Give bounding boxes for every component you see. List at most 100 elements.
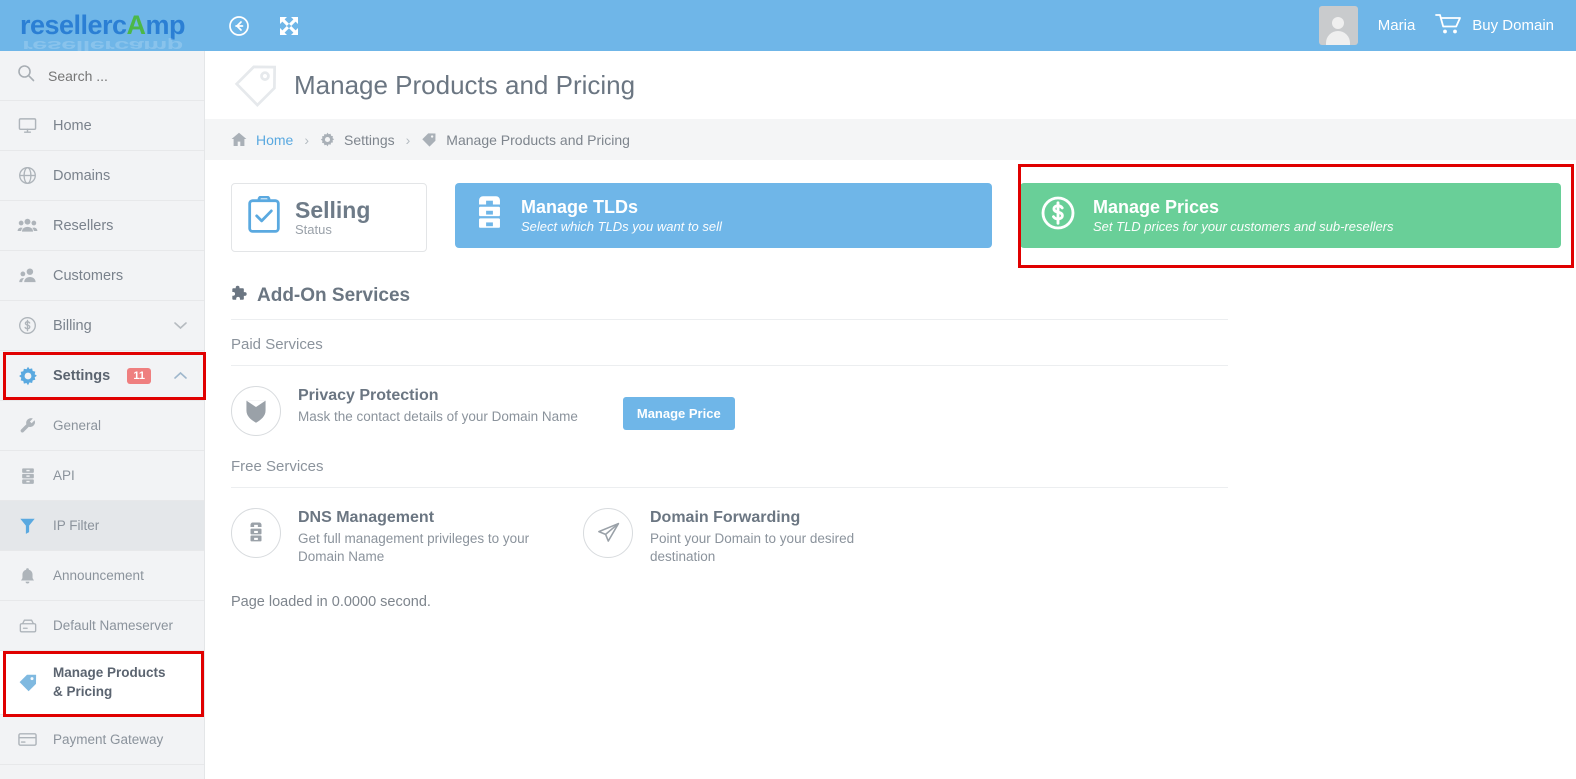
users-group-icon [17, 216, 38, 235]
puzzle-piece-icon [231, 285, 248, 307]
sidebar-item-billing[interactable]: Billing [0, 301, 204, 351]
free-services-row: DNS Management Get full management privi… [231, 506, 1576, 566]
buy-domain-button[interactable]: Buy Domain [1435, 13, 1554, 39]
manage-prices-title: Manage Prices [1093, 197, 1220, 218]
sidebar-item-payment-gateway[interactable]: Payment Gateway [0, 715, 204, 765]
paid-services-label: Paid Services [231, 336, 323, 353]
breadcrumb-separator: › [304, 131, 310, 148]
gear-icon [320, 132, 335, 147]
shield-icon [231, 386, 281, 436]
nameserver-icon [17, 618, 38, 634]
logo-part-accent: A [126, 10, 147, 40]
manage-price-button[interactable]: Manage Price [622, 397, 735, 430]
service-title: Privacy Protection [298, 387, 439, 404]
manage-tlds-subtitle: Select which TLDs you want to sell [521, 218, 722, 234]
service-desc: Get full management privileges to your D… [298, 531, 530, 565]
breadcrumb-current: Manage Products and Pricing [446, 131, 630, 148]
divider [231, 487, 1228, 488]
sidebar-item-home[interactable]: Home [0, 101, 204, 151]
dollar-circle-icon [1040, 195, 1076, 236]
manage-tlds-card[interactable]: Manage TLDs Select which TLDs you want t… [455, 183, 992, 248]
search-input[interactable] [48, 67, 173, 84]
sidebar-item-label: General [53, 418, 102, 433]
selling-subtitle: Status [295, 222, 332, 238]
breadcrumb-home[interactable]: Home [256, 132, 293, 148]
service-desc: Point your Domain to your desired destin… [650, 531, 855, 565]
service-text: DNS Management Get full management privi… [298, 506, 538, 566]
globe-icon [17, 166, 38, 185]
back-circle-icon[interactable] [227, 14, 251, 38]
avatar-person-icon [1323, 15, 1353, 45]
tag-icon [421, 132, 437, 148]
divider [231, 319, 1228, 320]
search-icon [17, 64, 35, 87]
clipboard-check-icon [246, 195, 282, 239]
service-text: Privacy Protection Mask the contact deta… [298, 384, 578, 426]
sidebar-item-label: Resellers [53, 217, 114, 234]
logo-part-3: mp [145, 10, 186, 40]
breadcrumb-settings[interactable]: Settings [344, 132, 395, 148]
settings-badge: 11 [127, 367, 151, 384]
service-privacy-protection: Privacy Protection Mask the contact deta… [231, 384, 735, 436]
selling-text: Selling Status [295, 198, 370, 237]
service-dns-management: DNS Management Get full management privi… [231, 506, 583, 566]
avatar[interactable] [1318, 6, 1358, 45]
selling-title: Selling [295, 196, 371, 223]
sidebar-item-label: Home [53, 117, 92, 134]
sidebar-item-resellers[interactable]: Resellers [0, 201, 204, 251]
sidebar-item-ip-filter[interactable]: IP Filter [0, 501, 204, 551]
manage-tlds-title: Manage TLDs [521, 197, 639, 218]
free-services-label: Free Services [231, 458, 324, 475]
sidebar-item-general[interactable]: General [0, 401, 204, 451]
selling-status-card: Selling Status [231, 183, 427, 252]
sidebar-search[interactable] [0, 51, 204, 101]
user-name[interactable]: Maria [1378, 17, 1416, 34]
sidebar-item-label: Billing [53, 317, 92, 334]
divider [231, 365, 1228, 366]
dollar-circle-icon [17, 316, 38, 335]
manage-prices-text: Manage Prices Set TLD prices for your cu… [1093, 197, 1394, 234]
page-load-note: Page loaded in 0.0000 second. [231, 594, 431, 611]
bell-icon [17, 567, 38, 585]
sidebar: Home Domains Resellers [0, 51, 205, 779]
sidebar-item-api[interactable]: API [0, 451, 204, 501]
manage-prices-card[interactable]: Manage Prices Set TLD prices for your cu… [1020, 183, 1561, 248]
service-title: Domain Forwarding [650, 509, 801, 526]
tag-icon [233, 63, 279, 114]
sidebar-item-default-nameserver[interactable]: Default Nameserver [0, 601, 204, 651]
sidebar-item-label: Domains [53, 167, 111, 184]
sidebar-item-domains[interactable]: Domains [0, 151, 204, 201]
page-header: Manage Products and Pricing [205, 51, 1576, 119]
logo-text: resellercAmp [20, 10, 186, 40]
funnel-icon [17, 517, 38, 535]
service-text: Domain Forwarding Point your Domain to y… [650, 506, 890, 566]
addon-services-header: Add-On Services [231, 285, 1576, 307]
credit-card-icon [17, 732, 38, 747]
sidebar-item-label: Announcement [53, 568, 144, 583]
breadcrumb: Home › Settings › Manage Products and Pr… [205, 119, 1576, 160]
gear-icon [17, 366, 38, 386]
sidebar-item-customers[interactable]: Customers [0, 251, 204, 301]
paper-plane-icon [583, 508, 633, 558]
user-pair-icon [17, 266, 38, 285]
service-domain-forwarding: Domain Forwarding Point your Domain to y… [583, 506, 890, 566]
wrench-icon [17, 417, 38, 435]
sidebar-item-label: Payment Gateway [53, 732, 164, 747]
app-root: resellercAmp resellercamp Maria Buy Doma… [0, 0, 1576, 779]
chevron-down-icon[interactable] [174, 321, 187, 330]
chevron-up-icon[interactable] [174, 371, 187, 380]
logo[interactable]: resellercAmp resellercamp [0, 0, 205, 55]
sidebar-item-settings[interactable]: Settings 11 [0, 351, 204, 401]
shopping-cart-icon [1435, 13, 1463, 39]
top-nav-icons [227, 14, 301, 38]
summary-cards: Selling Status Manage TLDs Select which … [205, 160, 1576, 252]
main-content: Manage Products and Pricing Home › Setti… [205, 51, 1576, 779]
home-icon [231, 132, 247, 147]
expand-arrows-icon[interactable] [277, 14, 301, 38]
breadcrumb-separator: › [405, 131, 411, 148]
server-icon [17, 467, 38, 485]
addon-services-title: Add-On Services [257, 285, 411, 306]
monitor-icon [17, 116, 38, 135]
sidebar-item-announcement[interactable]: Announcement [0, 551, 204, 601]
sidebar-item-manage-products-pricing[interactable]: Manage Products & Pricing [0, 651, 204, 715]
